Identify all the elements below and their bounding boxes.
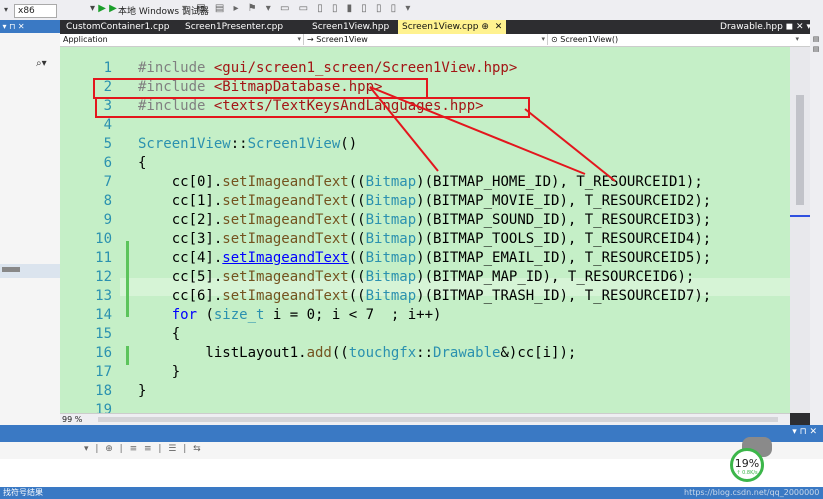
tab-customcontainer1-cpp[interactable]: CustomContainer1.cpp [62,20,173,34]
arrow-line [524,108,616,182]
horizontal-scrollbar[interactable] [98,417,778,422]
tab-screen1view-cpp[interactable]: Screen1View.cpp ⊕ ✕ [398,20,507,34]
gauge-percent: 19% [734,457,760,470]
output-toolbar-icons[interactable]: ▾ | ⊕ | ≡ ≡ | ☰ | ⇆ [84,444,203,454]
chevron-down-icon: ▾ [795,35,799,43]
start-debug-button[interactable]: ▾ ▶ ▶ [90,3,117,14]
output-toolbar: ▾ | ⊕ | ≡ ≡ | ☰ | ⇆ [0,442,823,460]
document-tab-bar: CustomContainer1.cpp Screen1Presenter.cp… [60,20,823,34]
search-icon[interactable]: ⌕▾ [36,58,47,69]
arrow-line [369,86,439,172]
output-panel-header: ▾ ⊓ ✕ [0,425,823,442]
navigation-bar: Application ▾ → Screen1View ▾ ⊙ Screen1Vie… [60,34,810,47]
watermark: https://blog.csdn.net/qq_2000000 [684,488,820,497]
close-tab-icon[interactable]: ✕ [495,22,503,32]
chevron-down-icon: ▾ [541,35,545,43]
scroll-position-marker [790,215,810,217]
scope-dropdown[interactable]: Application ▾ [60,34,304,45]
side-tabs[interactable]: ▤ ▤ [812,35,820,53]
right-side-strip: ▤ ▤ [810,20,823,425]
platform-dropdown-arrow-icon[interactable]: ▾ [4,5,8,14]
network-speed-gauge: 19% ↑ 0.8K/s [730,448,764,482]
status-text: 找符号结果 [3,488,43,497]
chevron-down-icon: ▾ [297,35,301,43]
toolbar-icons[interactable]: ▾ ▤ ▤ ▸ ⚑ ▾ ▭ ▭ ▯ ▯ ▮ ▯ ▯ ▯ ▾ [182,3,413,14]
main-toolbar: ▾ x86 ▾ ▶ ▶ 本地 Windows 调试器 ▾ ▤ ▤ ▸ ⚑ ▾ ▭… [0,0,823,21]
tab-drawable-hpp[interactable]: Drawable.hpp ◼ ✕ ▾ [720,20,811,34]
close-tab-icon[interactable]: ✕ [796,22,804,32]
class-dropdown[interactable]: → Screen1View ▾ [304,34,548,45]
member-dropdown[interactable]: ⊙ Screen1View() ▾ [548,34,801,45]
scrollbar-thumb[interactable] [796,95,804,205]
pin-icon[interactable]: ◼ [786,22,793,32]
panel-controls[interactable]: ▾ ⊓ ✕ [792,427,817,437]
code-editor[interactable]: 1 #include <gui/screen1_screen/Screen1Vie… [60,47,790,413]
tab-screen1view-hpp[interactable]: Screen1View.hpp [308,20,393,34]
play-icon: ▶ [98,3,106,14]
status-bar: 找符号结果 https://blog.csdn.net/qq_2000000 [0,487,823,499]
tab-screen1presenter-cpp[interactable]: Screen1Presenter.cpp [181,20,287,34]
platform-select[interactable]: x86 [14,4,57,18]
vertical-scrollbar[interactable] [790,47,810,413]
annotation-arrows [369,86,616,182]
pin-icon[interactable]: ⊕ [481,22,489,32]
panel-header: ▾ ⊓ ✕ [0,20,60,33]
tree-item-marker [2,267,20,272]
output-body [0,459,823,487]
gauge-speed: ↑ 0.8K/s [736,470,758,476]
solution-explorer-panel: ▾ ⊓ ✕ ⌕▾ [0,20,60,425]
play-outline-icon: ▶ [109,3,117,14]
